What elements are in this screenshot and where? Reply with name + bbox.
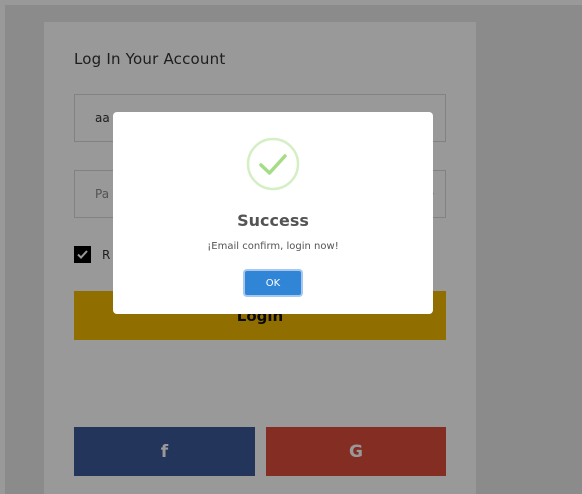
success-dialog: Success ¡Email confirm, login now! OK: [113, 112, 433, 314]
checkmark-success-icon: [246, 137, 300, 191]
ok-button[interactable]: OK: [243, 269, 303, 297]
dialog-title: Success: [237, 211, 309, 230]
dialog-message: ¡Email confirm, login now!: [207, 241, 339, 252]
